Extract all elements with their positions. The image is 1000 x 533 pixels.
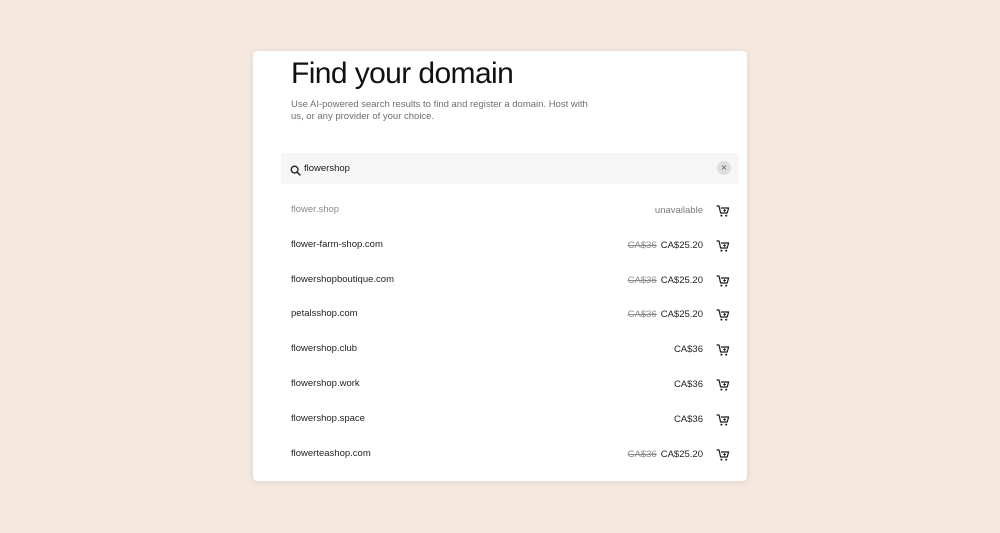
domain-price: CA$36 — [674, 344, 703, 355]
search-bar: × — [281, 153, 739, 184]
domain-result-row: flowershop.space CA$36 — [253, 405, 747, 440]
search-icon — [290, 163, 301, 176]
sale-price: CA$36 — [673, 413, 703, 425]
domain-results-list: flower.shop unavailable flower-farm-shop… — [253, 196, 747, 474]
add-to-cart-button[interactable] — [716, 378, 730, 392]
domain-name: flowershopboutique.com — [291, 273, 394, 285]
original-price: CA$36 — [627, 448, 657, 460]
domain-name: petalsshop.com — [291, 308, 358, 320]
domain-name: flower.shop — [291, 204, 340, 215]
domain-name: flowershop.club — [291, 343, 358, 355]
domain-result-row: flowershop.work CA$36 — [253, 370, 747, 405]
domain-price: CA$36 CA$25.20 — [628, 275, 703, 286]
add-to-cart-button[interactable] — [716, 308, 730, 322]
domain-search-card: Find your domain Use AI-powered search r… — [253, 51, 747, 481]
close-icon: × — [720, 163, 728, 172]
sale-price: CA$36 — [673, 378, 703, 390]
domain-result-row: flower.shop unavailable — [253, 196, 747, 231]
domain-result-row: flowershop.club CA$36 — [253, 335, 747, 370]
cart-icon — [716, 309, 730, 321]
search-input[interactable] — [304, 160, 684, 176]
cart-icon — [716, 240, 730, 252]
sale-price: CA$25.20 — [660, 448, 703, 460]
original-price: CA$36 — [627, 274, 657, 286]
domain-result-row: flowershopboutique.com CA$36 CA$25.20 — [253, 266, 747, 301]
cart-icon — [716, 414, 730, 426]
cart-icon — [716, 344, 730, 356]
original-price: CA$36 — [627, 239, 657, 251]
clear-search-button[interactable]: × — [717, 161, 731, 175]
cart-icon — [716, 205, 730, 217]
domain-price: CA$36 CA$25.20 — [628, 449, 703, 460]
page-title: Find your domain — [291, 57, 514, 90]
domain-result-row: flower-farm-shop.com CA$36 CA$25.20 — [253, 231, 747, 266]
cart-icon — [716, 379, 730, 391]
domain-price: CA$36 CA$25.20 — [628, 309, 703, 320]
add-to-cart-button[interactable] — [716, 413, 730, 427]
add-to-cart-button[interactable] — [716, 274, 730, 288]
sale-price: CA$25.20 — [660, 239, 703, 251]
domain-name: flower-farm-shop.com — [291, 238, 383, 250]
page-subtitle: Use AI-powered search results to find an… — [291, 99, 588, 122]
add-to-cart-button[interactable] — [716, 448, 730, 462]
add-to-cart-button[interactable] — [716, 343, 730, 357]
sale-price: CA$25.20 — [660, 274, 703, 286]
domain-name: flowershop.work — [291, 377, 360, 389]
domain-price: CA$36 — [674, 379, 703, 390]
sale-price: CA$25.20 — [660, 309, 703, 321]
domain-price: unavailable — [655, 205, 703, 216]
availability-status: unavailable — [654, 205, 703, 216]
domain-name: flowershop.space — [291, 412, 365, 424]
add-to-cart-button[interactable] — [716, 204, 730, 218]
domain-result-row: flowerteashop.com CA$36 CA$25.20 — [253, 440, 747, 475]
domain-result-row: petalsshop.com CA$36 CA$25.20 — [253, 300, 747, 335]
domain-price: CA$36 — [674, 414, 703, 425]
domain-name: flowerteashop.com — [291, 447, 371, 459]
domain-price: CA$36 CA$25.20 — [628, 240, 703, 251]
cart-icon — [716, 274, 730, 287]
original-price: CA$36 — [627, 309, 657, 321]
sale-price: CA$36 — [673, 344, 703, 356]
cart-icon — [716, 448, 730, 461]
add-to-cart-button[interactable] — [716, 239, 730, 253]
